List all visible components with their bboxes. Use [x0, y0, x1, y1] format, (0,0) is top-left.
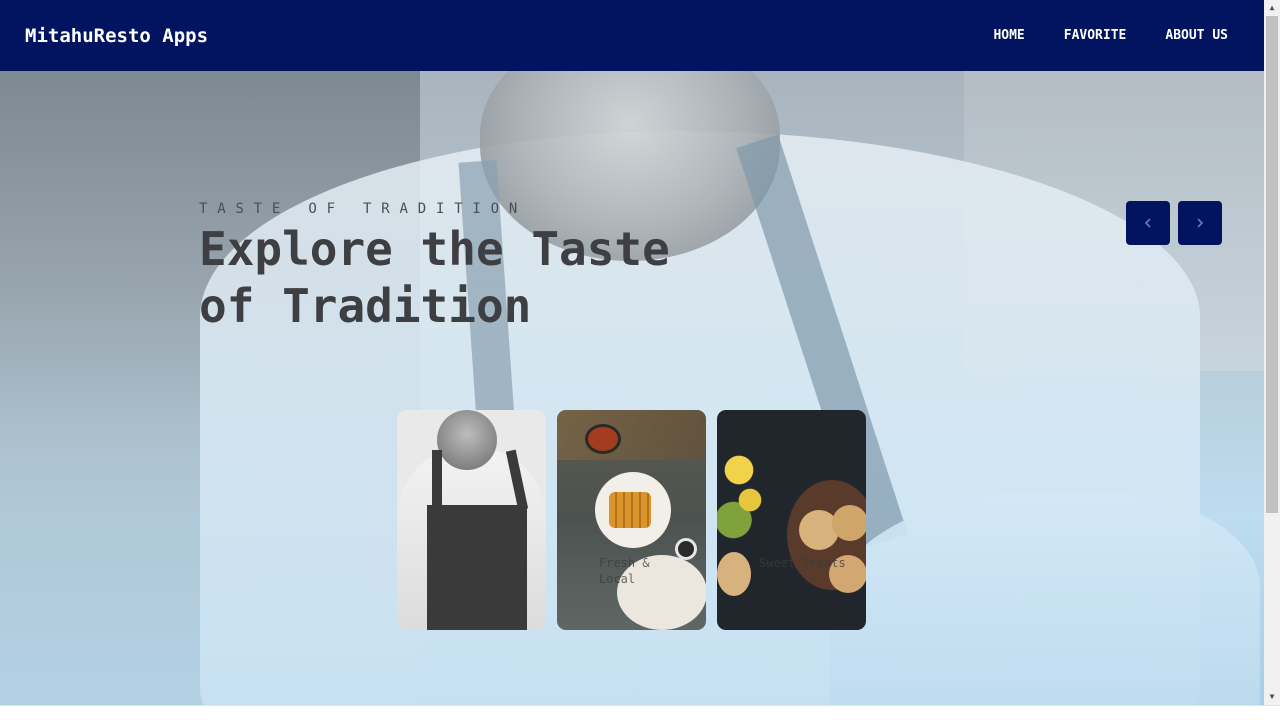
brand-logo[interactable]: MitahuResto Apps [25, 25, 208, 47]
scroll-up-arrow-icon[interactable]: ▲ [1268, 4, 1276, 12]
scrollbar-thumb[interactable] [1266, 16, 1278, 513]
cookies-image-flowers [717, 440, 772, 540]
hero-title: Explore the Taste of Tradition [199, 222, 670, 333]
food-image-bowl [585, 424, 621, 454]
carousel-prev-button[interactable] [1126, 201, 1170, 245]
carousel-thumbnails: Taste of Tradition Fresh & Local Sweet T… [397, 410, 866, 630]
nav-links: HOME FAVORITE ABOUT US [993, 28, 1239, 43]
nav-favorite-link[interactable]: FAVORITE [1036, 28, 1138, 43]
thumbnail-card[interactable]: Taste of Tradition [397, 410, 546, 630]
chef-image-head [437, 410, 497, 470]
hero-text: TASTE OF TRADITION Explore the Taste of … [199, 201, 699, 335]
hero-kicker: TASTE OF TRADITION [199, 201, 528, 217]
carousel-next-button[interactable] [1178, 201, 1222, 245]
thumbnail-card[interactable]: Fresh & Local [557, 410, 706, 630]
nav-about-link[interactable]: ABOUT US [1137, 28, 1239, 43]
chevron-right-icon [1197, 218, 1204, 228]
food-image-waffle [609, 492, 651, 528]
chef-image-strap [432, 450, 442, 510]
navbar: MitahuResto Apps HOME FAVORITE ABOUT US [0, 0, 1264, 71]
thumbnail-label: Taste of Tradition [439, 556, 505, 586]
scroll-down-arrow-icon[interactable]: ▼ [1268, 693, 1276, 701]
horizontal-scrollbar[interactable] [0, 705, 1280, 720]
nav-home-link[interactable]: HOME [993, 28, 1035, 43]
food-image-board [557, 410, 706, 460]
cookies-image-cookie [717, 552, 751, 596]
chevron-left-icon [1144, 218, 1151, 228]
vertical-scrollbar[interactable]: ▲ ▼ [1264, 0, 1280, 705]
thumbnail-label: Sweet Treats [759, 556, 846, 570]
hero-carousel: TASTE OF TRADITION Explore the Taste of … [0, 71, 1264, 705]
thumbnail-label: Fresh & Local [599, 556, 650, 586]
thumbnail-card[interactable]: Sweet Treats [717, 410, 866, 630]
cookies-image-cookie [832, 505, 866, 541]
